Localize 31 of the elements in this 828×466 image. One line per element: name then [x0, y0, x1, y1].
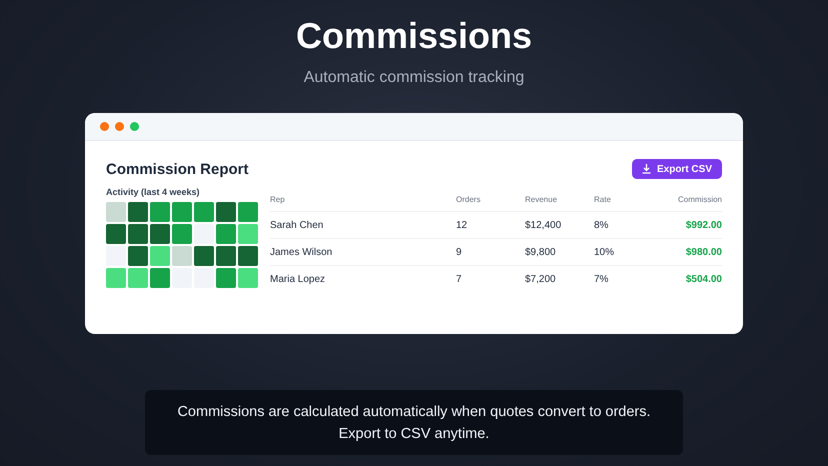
table-cell: $9,800	[525, 238, 594, 266]
column-header: Commission	[654, 187, 722, 212]
column-header: Rate	[594, 187, 654, 212]
table-cell: $7,200	[525, 266, 594, 292]
export-button[interactable]: Export CSV	[632, 159, 722, 179]
commission-cell: $504.00	[654, 266, 722, 292]
activity-label: Activity (last 4 weeks)	[106, 187, 201, 197]
table-cell: Sarah Chen	[270, 212, 456, 238]
window-control-dot[interactable]	[115, 122, 124, 131]
report-title: Commission Report	[106, 160, 249, 178]
page-title: Commissions	[296, 14, 532, 58]
caption-text: Commissions are calculated automatically when quotes convert to orders.	[177, 402, 651, 422]
column-header: Revenue	[525, 187, 594, 212]
column-header: Orders	[456, 187, 525, 212]
download-icon	[642, 164, 651, 174]
table-cell: 7	[456, 266, 525, 292]
table-cell: 9	[456, 238, 525, 266]
caption-text: Export to CSV anytime.	[338, 424, 490, 444]
table-cell: James Wilson	[270, 238, 456, 266]
table-cell: 12	[456, 212, 525, 238]
column-header: Rep	[270, 187, 456, 212]
commission-cell: $980.00	[654, 238, 722, 266]
table-cell: Maria Lopez	[270, 266, 456, 292]
window-control-dot[interactable]	[100, 122, 109, 131]
table-cell: 7%	[594, 266, 654, 292]
commission-cell: $992.00	[654, 212, 722, 238]
window-control-dot[interactable]	[130, 122, 139, 131]
table-cell: $12,400	[525, 212, 594, 238]
table-cell: 10%	[594, 238, 654, 266]
page-subtitle: Automatic commission tracking	[304, 69, 524, 87]
table-cell: 8%	[594, 212, 654, 238]
